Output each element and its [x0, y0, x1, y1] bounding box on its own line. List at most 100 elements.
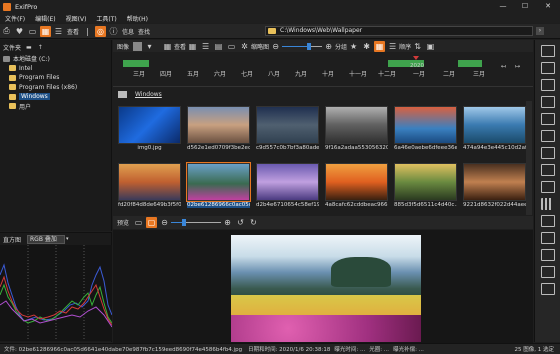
thumbnail[interactable]: d562e1ed0709f3be2ec0... [187, 106, 250, 156]
folder-icon [9, 103, 16, 110]
document-icon[interactable] [540, 113, 555, 125]
timeline-scale[interactable]: 三月 四月 五月 六月 七月 八月 九月 十月 十一月 十二月 2020 一月 … [113, 53, 533, 87]
print-icon[interactable]: ⎙ [1, 26, 12, 37]
thumbnail-selected[interactable]: 02be61286966c0ac05d6... [186, 162, 251, 213]
favorite-icon[interactable]: ♥ [14, 26, 25, 37]
panel-icon[interactable] [540, 62, 555, 74]
gear-icon[interactable]: ✱ [361, 41, 372, 52]
thumbnail-caption: img0.jpg [137, 145, 162, 151]
info-icon[interactable] [540, 215, 555, 227]
view-menu-label[interactable]: 查看 [174, 42, 186, 51]
histogram-icon[interactable] [540, 198, 555, 210]
up-arrow-icon[interactable]: ↑ [38, 44, 43, 51]
menu-tools[interactable]: 工具(T) [91, 14, 121, 23]
tree-item-windows[interactable]: Windows [2, 92, 111, 102]
thumbnails-icon[interactable]: ▦ [187, 41, 198, 52]
thumbnail[interactable]: 6a46e0aebe6dfeee36ec... [394, 106, 457, 156]
timeline-prev-icon[interactable]: ↤ [501, 63, 506, 70]
group-tiles-icon[interactable]: ▦ [374, 40, 386, 52]
image-icon[interactable] [540, 45, 555, 57]
breadcrumb-folder[interactable]: Windows [135, 91, 162, 98]
image-sort-icon[interactable]: ▣ [425, 41, 436, 52]
thumbnail[interactable]: 4a8cafc62cddbeac966... [325, 163, 388, 213]
list-icon[interactable] [540, 79, 555, 91]
details-icon[interactable]: ☰ [200, 41, 211, 52]
info-icon[interactable]: ⓘ [108, 26, 119, 37]
histogram-mode-select[interactable]: RGB 叠加 [27, 234, 66, 244]
path-go-icon[interactable]: › [536, 27, 544, 35]
tree-item-users[interactable]: 用户 [2, 102, 111, 112]
thumbnail[interactable]: fd20f84d8de649b3f5f0... [118, 163, 181, 213]
group-list-icon[interactable]: ☰ [387, 41, 398, 52]
image-icon[interactable] [133, 41, 143, 51]
timeline-next-icon[interactable]: ↦ [515, 63, 520, 70]
zoom-fit-icon[interactable]: ▢ [146, 217, 158, 228]
tree-item-program-files-x86[interactable]: Program Files (x86) [2, 83, 111, 93]
menu-edit[interactable]: 编辑(E) [30, 14, 60, 23]
copy-icon[interactable] [540, 130, 555, 142]
rotate-right-icon[interactable]: ↻ [248, 217, 259, 228]
maximize-button[interactable]: ☐ [514, 0, 536, 13]
zoom-in-icon[interactable]: ⊕ [323, 41, 334, 52]
menu-help[interactable]: 帮助(H) [122, 14, 153, 23]
zoom-out-icon[interactable]: ⊖ [270, 41, 281, 52]
export-icon[interactable] [540, 266, 555, 278]
view-grid-icon[interactable]: ▦ [162, 41, 173, 52]
preview-zoom-slider[interactable] [171, 218, 222, 227]
tree-item-program-files[interactable]: Program Files [2, 73, 111, 83]
settings-icon[interactable]: ✲ [239, 41, 250, 52]
edit-icon[interactable] [540, 96, 555, 108]
tiles-icon[interactable]: ▤ [213, 41, 224, 52]
grid-view-icon[interactable]: ▦ [40, 25, 51, 37]
zoom-in-icon[interactable]: ⊕ [222, 217, 233, 228]
thumbnail[interactable]: 9f16a2adaa55305632033... [325, 106, 388, 156]
thumbnail[interactable]: d2b4e6710654c58ef194... [256, 163, 319, 213]
target-icon[interactable]: ◎ [95, 25, 107, 37]
thumbnail[interactable]: img0.jpg [118, 106, 181, 156]
chevron-down-icon[interactable]: ▾ [66, 236, 69, 242]
month-label: 十一月 [349, 71, 368, 78]
folder-icon[interactable]: ▬ [26, 44, 32, 51]
tree-item-intel[interactable]: Intel [2, 64, 111, 74]
print-icon[interactable] [540, 283, 555, 295]
menu-view[interactable]: 视图(V) [61, 14, 92, 23]
fit-icon[interactable]: ▭ [133, 217, 144, 228]
thumbnail-image [394, 106, 457, 144]
thumbnail-image [186, 162, 251, 202]
thumbnail-image [256, 106, 319, 144]
view-icon[interactable] [540, 181, 555, 193]
fullscreen-icon[interactable]: ▭ [226, 41, 237, 52]
map-icon[interactable] [540, 232, 555, 244]
thumbnail[interactable]: 474a94e3e445c10d2afe... [463, 106, 526, 156]
star-icon[interactable]: ★ [348, 41, 359, 52]
crop-icon[interactable] [540, 147, 555, 159]
thumbnail[interactable]: 885d3f5d6511c4d40c... [394, 163, 457, 213]
minimize-button[interactable]: — [492, 0, 514, 13]
path-input[interactable]: C:\Windows\Web\Wallpaper [265, 26, 533, 36]
rotate-left-icon[interactable]: ↺ [235, 217, 246, 228]
slideshow-icon[interactable]: ▭ [27, 26, 38, 37]
menu-file[interactable]: 文件(F) [0, 14, 30, 23]
thumbnail-caption: 885d3f5d6511c4d40c... [394, 202, 457, 208]
tree-item-local-disk[interactable]: 本地磁盘 (C:) [2, 54, 111, 64]
preview-image [231, 235, 421, 342]
timeline-cursor-icon[interactable] [413, 56, 419, 60]
html-icon[interactable] [540, 249, 555, 261]
chevron-down-icon[interactable]: ▾ [144, 41, 155, 52]
thumbnail-scrollbar[interactable] [526, 101, 532, 215]
list-view-icon[interactable]: ☰ [53, 26, 64, 37]
thumb-size-slider[interactable] [282, 42, 323, 51]
thumbnail[interactable]: 9221d8632f022d44aee... [463, 163, 526, 213]
tree-label: 本地磁盘 (C:) [13, 56, 50, 64]
sort-icon[interactable]: ⇅ [412, 41, 423, 52]
find-button[interactable]: 查找 [138, 27, 150, 36]
compare-icon[interactable] [540, 164, 555, 176]
zoom-out-icon[interactable]: ⊖ [159, 217, 170, 228]
month-label: 三月 [473, 71, 486, 78]
close-button[interactable]: ✕ [537, 0, 559, 13]
view-button[interactable]: 查看 [67, 27, 79, 36]
app-title: ExifPro [15, 2, 38, 11]
thumbnail[interactable]: c9d557c0b7bf3a80ade0... [256, 106, 319, 156]
info-button[interactable]: 信息 [122, 27, 134, 36]
folders-header: 文件夹 ▬ ↑ [0, 40, 111, 54]
